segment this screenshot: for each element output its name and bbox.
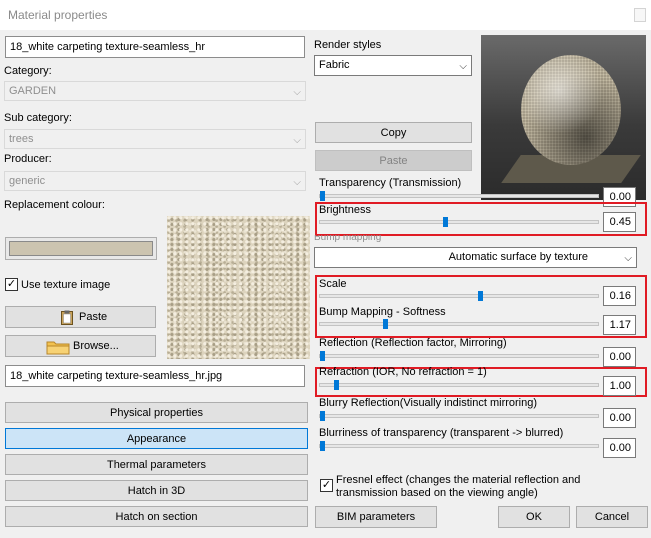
tab-appearance[interactable]: Appearance <box>5 428 308 449</box>
material-name-field[interactable]: 18_white carpeting texture-seamless_hr <box>5 36 305 58</box>
fresnel-label-line2: transmission based on the viewing angle) <box>336 487 538 499</box>
bim-parameters-button[interactable]: BIM parameters <box>315 506 437 528</box>
render-preview <box>481 35 646 200</box>
refraction-thumb[interactable] <box>334 380 339 390</box>
close-icon[interactable] <box>634 8 646 22</box>
paste-texture-button[interactable]: Paste <box>5 306 156 328</box>
bump-mode-select[interactable]: Automatic surface by texture ⌵ <box>314 247 637 268</box>
transparency-slider[interactable] <box>319 191 599 201</box>
clipboard-icon <box>61 310 73 325</box>
copy-button[interactable]: Copy <box>315 122 472 143</box>
chevron-down-icon: ⌵ <box>293 87 301 98</box>
refraction-label: Refraction (IOR, No refraction = 1) <box>319 366 487 378</box>
use-texture-checkbox[interactable]: ✓ <box>5 278 18 291</box>
blurriness-label: Blurriness of transparency (transparent … <box>319 427 564 439</box>
subcategory-select[interactable]: trees ⌵ <box>4 129 306 149</box>
softness-label: Bump Mapping - Softness <box>319 306 446 318</box>
reflection-thumb[interactable] <box>320 351 325 361</box>
blurriness-slider[interactable] <box>319 441 599 451</box>
producer-select[interactable]: generic ⌵ <box>4 171 306 191</box>
producer-label: Producer: <box>4 153 52 165</box>
use-texture-label: Use texture image <box>21 279 111 291</box>
transparency-label: Transparency (Transmission) <box>319 177 462 189</box>
render-style-select[interactable]: Fabric ⌵ <box>314 55 472 76</box>
brightness-value[interactable]: 0.45 <box>603 212 636 232</box>
brightness-label: Brightness <box>319 204 371 216</box>
transparency-thumb[interactable] <box>320 191 325 201</box>
chevron-down-icon: ⌵ <box>624 253 632 264</box>
reflection-slider[interactable] <box>319 351 599 361</box>
scale-slider[interactable] <box>319 291 599 301</box>
reflection-label: Reflection (Reflection factor, Mirroring… <box>319 337 507 349</box>
paste-texture-label: Paste <box>79 311 108 323</box>
refraction-value[interactable]: 1.00 <box>603 376 636 396</box>
ok-button[interactable]: OK <box>498 506 570 528</box>
blurriness-thumb[interactable] <box>320 441 325 451</box>
tab-hatch-section[interactable]: Hatch on section <box>5 506 308 527</box>
fresnel-checkbox[interactable]: ✓ <box>320 479 333 492</box>
blurry-reflection-label: Blurry Reflection(Visually indistinct mi… <box>319 397 538 409</box>
scale-thumb[interactable] <box>478 291 483 301</box>
fresnel-label-line1: Fresnel effect (changes the material ref… <box>336 474 581 486</box>
subcategory-label: Sub category: <box>4 112 72 124</box>
brightness-thumb[interactable] <box>443 217 448 227</box>
brightness-slider[interactable] <box>319 217 599 227</box>
softness-thumb[interactable] <box>383 319 388 329</box>
colour-swatch <box>9 241 153 256</box>
replacement-colour-label: Replacement colour: <box>4 199 105 211</box>
softness-slider[interactable] <box>319 319 599 329</box>
texture-file-field[interactable]: 18_white carpeting texture-seamless_hr.j… <box>5 365 305 387</box>
texture-thumbnail <box>167 216 310 359</box>
scale-label: Scale <box>319 278 347 290</box>
cancel-button[interactable]: Cancel <box>576 506 648 528</box>
chevron-down-icon: ⌵ <box>459 61 467 72</box>
refraction-slider[interactable] <box>319 380 599 390</box>
browse-button[interactable]: Browse... <box>5 335 156 357</box>
category-select[interactable]: GARDEN ⌵ <box>4 81 306 101</box>
paste-style-button[interactable]: Paste <box>315 150 472 171</box>
blurry-reflection-thumb[interactable] <box>320 411 325 421</box>
folder-icon <box>46 341 70 355</box>
tab-physical-properties[interactable]: Physical properties <box>5 402 308 423</box>
reflection-value[interactable]: 0.00 <box>603 347 636 367</box>
browse-label: Browse... <box>73 340 119 352</box>
preview-sphere <box>521 55 621 165</box>
bump-mapping-section-label: Bump mapping <box>314 235 382 243</box>
category-label: Category: <box>4 65 52 77</box>
tab-thermal-parameters[interactable]: Thermal parameters <box>5 454 308 475</box>
window-title: Material properties <box>8 8 108 22</box>
blurry-reflection-slider[interactable] <box>319 411 599 421</box>
render-styles-label: Render styles <box>314 39 382 51</box>
replacement-colour-button[interactable] <box>5 237 157 260</box>
tab-hatch-3d[interactable]: Hatch in 3D <box>5 480 308 501</box>
blurry-reflection-value[interactable]: 0.00 <box>603 408 636 428</box>
chevron-down-icon: ⌵ <box>293 135 301 146</box>
scale-value[interactable]: 0.16 <box>603 286 636 306</box>
chevron-down-icon: ⌵ <box>293 177 301 188</box>
blurriness-value[interactable]: 0.00 <box>603 438 636 458</box>
softness-value[interactable]: 1.17 <box>603 315 636 335</box>
